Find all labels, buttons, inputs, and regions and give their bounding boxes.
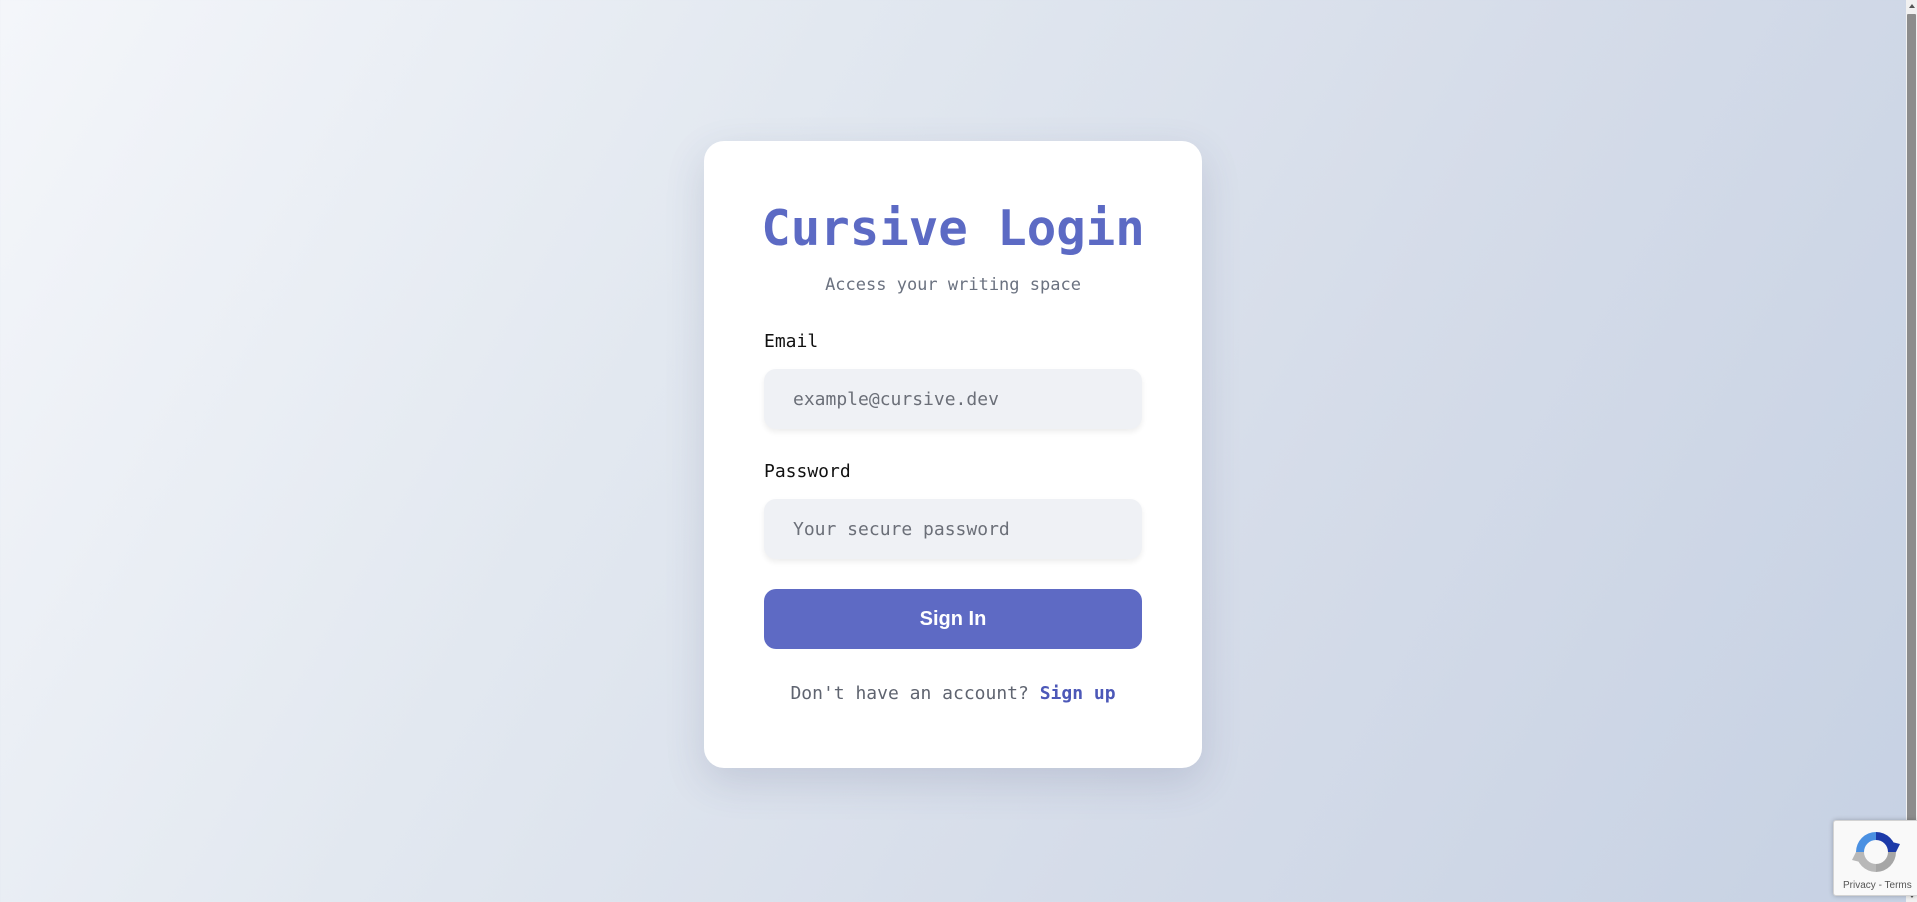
scroll-up-arrow-icon[interactable] (1909, 4, 1915, 8)
login-card: Cursive Login Access your writing space … (704, 141, 1202, 768)
scrollbar[interactable] (1906, 0, 1917, 902)
sign-in-button[interactable]: Sign In (764, 589, 1142, 649)
password-field[interactable] (764, 499, 1142, 559)
recaptcha-terms-link[interactable]: Terms (1885, 880, 1912, 891)
signup-prompt: Don't have an account? Sign up (704, 683, 1202, 704)
recaptcha-logo-icon (1852, 832, 1900, 872)
page-subtitle: Access your writing space (825, 275, 1081, 295)
email-label: Email (764, 331, 819, 352)
scrollbar-thumb[interactable] (1907, 14, 1916, 888)
sign-up-link[interactable]: Sign up (1040, 683, 1116, 704)
recaptcha-privacy-link[interactable]: Privacy (1843, 880, 1876, 891)
recaptcha-badge[interactable]: Privacy - Terms (1833, 820, 1917, 896)
recaptcha-separator: - (1875, 880, 1885, 891)
email-field[interactable] (764, 369, 1142, 429)
signup-prompt-text: Don't have an account? (790, 683, 1040, 704)
recaptcha-links: Privacy - Terms (1834, 880, 1917, 891)
page-title: Cursive Login (761, 200, 1145, 257)
password-label: Password (764, 461, 851, 482)
